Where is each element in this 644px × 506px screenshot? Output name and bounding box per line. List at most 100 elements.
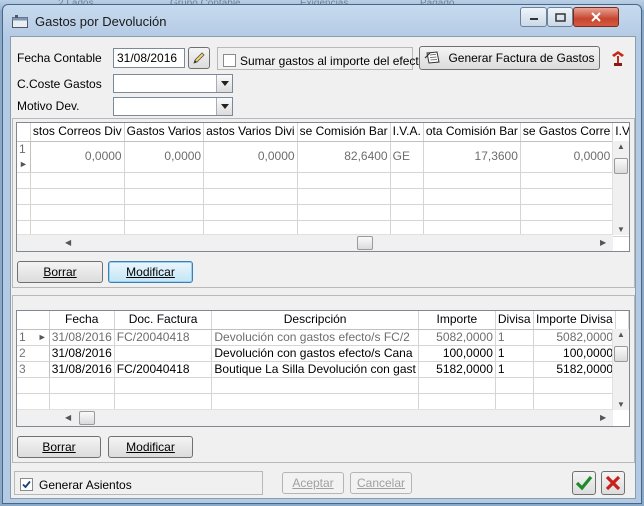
scroll-up-icon[interactable]: ▲ <box>617 330 625 339</box>
bottom-borrar-button[interactable]: Borrar <box>17 436 101 458</box>
table-cell[interactable]: 100,0000 <box>418 345 496 362</box>
column-header[interactable]: Fecha <box>49 311 115 330</box>
calendar-picker-button[interactable] <box>188 47 210 69</box>
column-header[interactable]: Importe Divisa <box>533 311 617 330</box>
generar-asientos-checkbox[interactable] <box>20 478 33 491</box>
column-header-spacer <box>615 311 629 330</box>
column-header[interactable]: stos Correos Div <box>30 123 125 142</box>
minimize-button[interactable] <box>520 7 547 27</box>
table-row[interactable]: 1 ► 0,0000 0,0000 0,0000 82,6400 GE 17,36… <box>17 141 629 173</box>
table-cell[interactable]: 5182,0000 <box>418 361 496 378</box>
chevron-down-icon <box>220 104 229 109</box>
column-header-indicator <box>17 311 50 330</box>
table-cell[interactable]: 0,0000 <box>203 141 298 173</box>
table-cell[interactable]: FC/20040418 <box>114 361 213 378</box>
table-cell[interactable]: Devolución con gastos efecto/s Cana <box>211 345 419 362</box>
maximize-button[interactable] <box>547 7 573 27</box>
help-button[interactable] <box>606 47 630 69</box>
empty-row <box>17 172 629 189</box>
coste-gastos-label: C.Coste Gastos <box>17 77 102 91</box>
table-cell[interactable]: Boutique La Silla Devolución con gast <box>211 361 419 378</box>
table-cell[interactable]: 82,6400 <box>297 141 391 173</box>
table-cell[interactable]: 5182,0000 <box>533 361 617 378</box>
column-header[interactable]: I.V.A. <box>390 123 424 142</box>
scroll-right-icon[interactable]: ▶ <box>600 238 606 247</box>
cancel-button[interactable] <box>601 471 625 495</box>
gastos-horizontal-scrollbar[interactable]: ◀ ▶ <box>17 234 613 251</box>
scroll-down-icon[interactable]: ▼ <box>617 400 625 409</box>
table-cell[interactable]: 31/08/2016 <box>49 345 115 362</box>
table-row[interactable]: 1 ► 31/08/2016 FC/20040418 Devolución con… <box>17 329 629 346</box>
scroll-left-icon[interactable]: ◀ <box>65 413 71 422</box>
column-header[interactable]: se Comisión Bar <box>297 123 391 142</box>
dialog-window: Gastos por Devolución Fecha Contable 31/… <box>2 4 642 504</box>
table-cell[interactable]: 31/08/2016 <box>49 329 115 346</box>
table-cell[interactable]: 0,0000 <box>520 141 614 173</box>
table-cell[interactable]: Devolución con gastos efecto/s FC/2 <box>211 329 419 346</box>
column-header[interactable]: astos Varios Divi <box>203 123 298 142</box>
fecha-contable-input[interactable]: 31/08/2016 <box>113 48 185 68</box>
detalle-table: Fecha Doc. Factura Descripción Importe D… <box>17 311 629 410</box>
aceptar-button[interactable]: Aceptar <box>282 472 344 494</box>
scroll-thumb[interactable] <box>614 346 628 362</box>
top-borrar-button[interactable]: Borrar <box>17 261 103 283</box>
table-cell[interactable]: 0,0000 <box>30 141 125 173</box>
checkmark-icon <box>22 480 31 489</box>
table-cell[interactable]: 1 <box>495 361 534 378</box>
column-header[interactable]: Gastos Varios <box>124 123 205 142</box>
bottom-modificar-button[interactable]: Modificar <box>108 436 193 458</box>
column-header[interactable]: I.V.A. <box>612 123 629 142</box>
column-header-indicator <box>17 123 31 142</box>
row-indicator: 1 ► <box>17 141 31 173</box>
column-header[interactable]: Importe <box>418 311 496 330</box>
title-bar[interactable]: Gastos por Devolución <box>3 5 641 37</box>
scroll-up-icon[interactable]: ▲ <box>617 142 625 151</box>
scroll-left-icon[interactable]: ◀ <box>65 238 71 247</box>
pencil-icon <box>193 52 205 64</box>
scroll-thumb[interactable] <box>357 236 373 250</box>
scroll-thumb[interactable] <box>79 411 95 425</box>
coste-gastos-select[interactable] <box>113 74 233 93</box>
motivo-label: Motivo Dev. <box>17 99 80 113</box>
scroll-right-icon[interactable]: ▶ <box>600 413 606 422</box>
scroll-down-icon[interactable]: ▼ <box>617 225 625 234</box>
table-cell[interactable]: FC/20040418 <box>114 329 213 346</box>
close-button[interactable] <box>573 7 619 27</box>
detalle-vertical-scrollbar[interactable]: ▲ ▼ <box>612 329 629 410</box>
empty-row <box>17 377 629 394</box>
column-header[interactable]: Descripción <box>211 311 419 330</box>
column-header[interactable]: Doc. Factura <box>114 311 213 330</box>
top-modificar-button[interactable]: Modificar <box>108 261 193 283</box>
cancelar-button[interactable]: Cancelar <box>350 472 412 494</box>
table-cell[interactable]: 0,0000 <box>124 141 205 173</box>
modificar-label: Modificar <box>126 440 175 454</box>
column-header[interactable]: ota Comisión Bar <box>423 123 521 142</box>
table-cell[interactable]: 100,0000 <box>533 345 617 362</box>
table-cell[interactable]: 1 <box>495 329 534 346</box>
table-cell[interactable]: 5082,0000 <box>533 329 617 346</box>
detalle-horizontal-scrollbar[interactable]: ◀ ▶ <box>17 409 613 426</box>
table-row[interactable]: 2 31/08/2016 Devolución con gastos efect… <box>17 345 629 362</box>
scroll-thumb[interactable] <box>614 158 628 174</box>
table-cell[interactable]: GE <box>390 141 424 173</box>
gastos-grid[interactable]: stos Correos Div Gastos Varios astos Var… <box>16 122 630 252</box>
sumar-gastos-checkbox[interactable] <box>223 54 236 67</box>
motivo-select[interactable] <box>113 97 233 116</box>
red-x-icon <box>605 475 621 491</box>
gastos-vertical-scrollbar[interactable]: ▲ ▼ <box>612 141 629 235</box>
table-cell[interactable] <box>114 345 213 362</box>
table-cell[interactable]: 5082,0000 <box>418 329 496 346</box>
cancelar-label: Cancelar <box>356 476 406 490</box>
detalle-grid[interactable]: Fecha Doc. Factura Descripción Importe D… <box>16 310 630 427</box>
table-cell[interactable]: 31/08/2016 <box>49 361 115 378</box>
motivo-dropdown-button[interactable] <box>216 98 232 115</box>
generar-factura-button[interactable]: Generar Factura de Gastos <box>419 46 600 70</box>
ok-button[interactable] <box>572 471 596 495</box>
table-row[interactable]: 3 31/08/2016 FC/20040418 Boutique La Sil… <box>17 361 629 378</box>
coste-gastos-dropdown-button[interactable] <box>216 75 232 92</box>
column-header[interactable]: se Gastos Corre <box>520 123 614 142</box>
table-cell[interactable]: 1 <box>495 345 534 362</box>
column-header[interactable]: Divisa <box>495 311 534 330</box>
table-cell[interactable]: 17,3600 <box>423 141 521 173</box>
borrar-label: Borrar <box>43 265 77 279</box>
